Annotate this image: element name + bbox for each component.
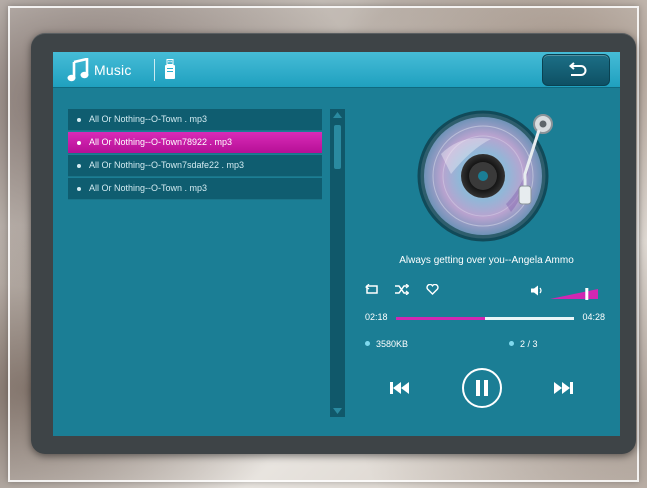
- time-elapsed: 02:18: [365, 312, 388, 322]
- file-size-info: 3580KB: [365, 339, 408, 349]
- app-title: Music: [94, 62, 132, 78]
- shuffle-icon[interactable]: [395, 284, 409, 295]
- scroll-up-icon[interactable]: [333, 112, 342, 118]
- now-playing-title: Always getting over you--Angela Ammo: [399, 255, 574, 266]
- bullet-icon: [77, 164, 81, 168]
- scroll-down-icon[interactable]: [333, 408, 342, 414]
- repeat-icon[interactable]: [365, 284, 379, 295]
- track-position: 2 / 3: [520, 339, 538, 349]
- time-total: 04:28: [582, 312, 605, 322]
- bullet-icon: [77, 118, 81, 122]
- speaker-icon[interactable]: [531, 285, 545, 296]
- playlist-item-label: All Or Nothing--O-Town . mp3: [89, 114, 208, 124]
- play-pause-button[interactable]: [462, 368, 502, 408]
- topbar-divider: [154, 59, 155, 81]
- usb-drive-icon[interactable]: [164, 59, 176, 80]
- music-note-icon: [67, 58, 89, 82]
- album-disc-artwork: [417, 110, 553, 242]
- pause-icon: [476, 380, 488, 396]
- playlist-item[interactable]: All Or Nothing--O-Town . mp3: [68, 109, 322, 131]
- volume-slider[interactable]: [550, 288, 600, 300]
- playlist-item-label: All Or Nothing--O-Town78922 . mp3: [89, 137, 233, 147]
- track-position-info: 2 / 3: [509, 339, 538, 349]
- file-size: 3580KB: [376, 339, 409, 349]
- playlist-item-label: All Or Nothing--O-Town . mp3: [89, 183, 208, 193]
- heart-icon[interactable]: [426, 284, 439, 295]
- playlist-item-selected[interactable]: All Or Nothing--O-Town78922 . mp3: [68, 132, 322, 154]
- playlist-scrollbar[interactable]: [330, 109, 345, 417]
- skip-previous-icon[interactable]: [390, 382, 410, 394]
- scrollbar-thumb[interactable]: [334, 125, 341, 169]
- music-player-screen: Music All Or Nothing--O-Town . mp3 All O…: [53, 52, 620, 436]
- progress-fill: [396, 317, 485, 320]
- back-button[interactable]: [542, 54, 610, 86]
- bullet-icon: [365, 341, 370, 346]
- playlist-item[interactable]: All Or Nothing--O-Town7sdafe22 . mp3: [68, 155, 322, 177]
- bullet-icon: [77, 187, 81, 191]
- playlist-item-label: All Or Nothing--O-Town7sdafe22 . mp3: [89, 160, 245, 170]
- return-arrow-icon: [568, 62, 587, 76]
- playback-progress: 02:18 04:28: [365, 311, 605, 325]
- bullet-icon: [509, 341, 514, 346]
- top-bar: Music: [53, 52, 620, 88]
- playlist-item[interactable]: All Or Nothing--O-Town . mp3: [68, 178, 322, 200]
- playlist: All Or Nothing--O-Town . mp3 All Or Noth…: [68, 109, 322, 201]
- progress-bar[interactable]: [396, 317, 574, 320]
- bullet-icon: [77, 141, 81, 145]
- skip-next-icon[interactable]: [553, 382, 573, 394]
